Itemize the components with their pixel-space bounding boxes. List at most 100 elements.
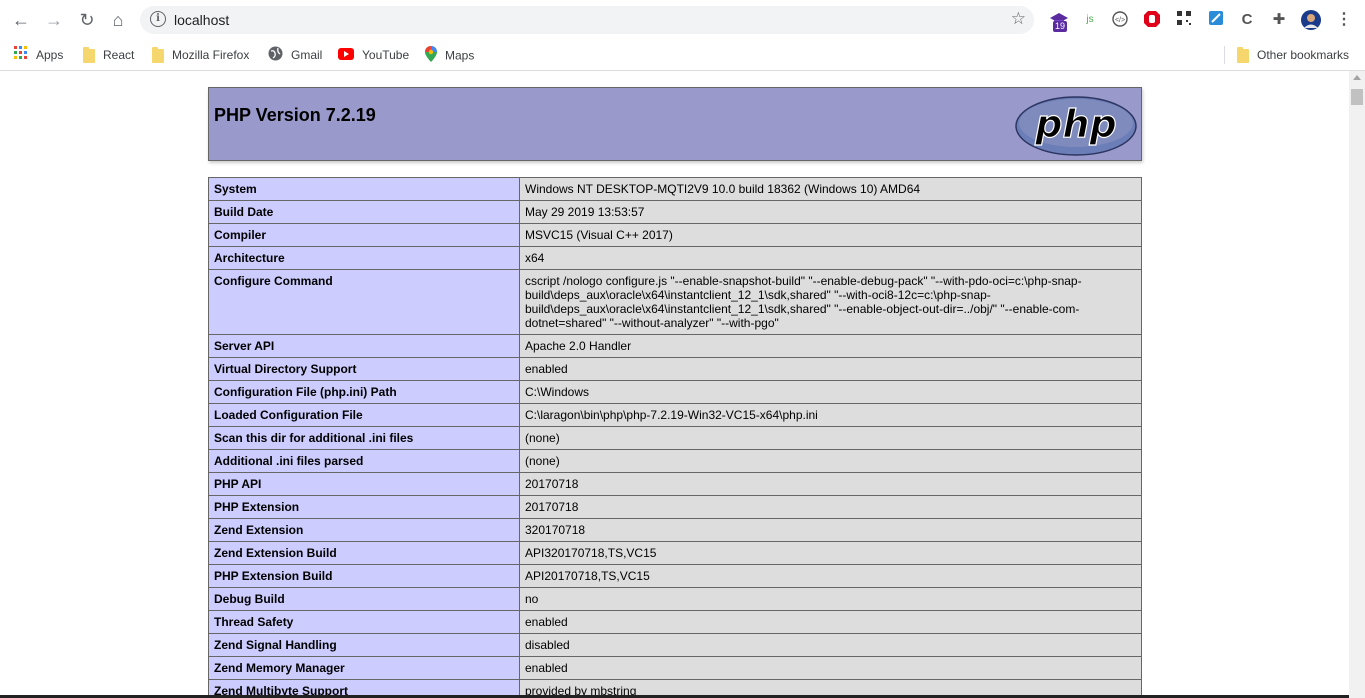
row-key: Compiler <box>208 223 520 247</box>
row-key: Architecture <box>208 246 520 270</box>
extension-js-icon[interactable]: js <box>1080 10 1100 30</box>
bookmark-star-icon[interactable]: ☆ <box>1011 9 1026 29</box>
bookmark-label: Maps <box>445 48 475 63</box>
row-key: Debug Build <box>208 587 520 611</box>
table-row: Virtual Directory Support enabled <box>208 357 1142 381</box>
table-row: Thread Safety enabled <box>208 610 1142 634</box>
row-key: Server API <box>208 334 520 358</box>
menu-kebab-icon[interactable]: ⋮ <box>1334 10 1354 30</box>
site-info-icon[interactable]: i <box>150 11 166 27</box>
extension-c-icon[interactable]: C <box>1237 10 1257 30</box>
table-row: Server API Apache 2.0 Handler <box>208 334 1142 358</box>
table-row: Compiler MSVC15 (Visual C++ 2017) <box>208 223 1142 247</box>
row-key: Configure Command <box>208 269 520 335</box>
row-value: Apache 2.0 Handler <box>519 334 1142 358</box>
row-value: API320170718,TS,VC15 <box>519 541 1142 565</box>
row-value: Windows NT DESKTOP-MQTI2V9 10.0 build 18… <box>519 177 1142 201</box>
extension-badge: 19 <box>1053 21 1068 32</box>
youtube-icon <box>338 47 354 65</box>
bookmark-label: Apps <box>36 48 64 62</box>
browser-toolbar: ← → ↻ ⌂ i localhost ☆ 19 js </> C ✚ ⋮ <box>0 0 1365 40</box>
php-logo-text: php <box>1034 102 1116 146</box>
table-row: Zend Extension Build API320170718,TS,VC15 <box>208 541 1142 565</box>
apps-grid-icon <box>14 46 28 65</box>
vertical-scrollbar[interactable] <box>1349 71 1365 698</box>
row-value: enabled <box>519 610 1142 634</box>
profile-avatar[interactable] <box>1301 10 1321 30</box>
bookmark-other[interactable]: Other bookmarks <box>1237 46 1349 64</box>
forward-icon[interactable]: → <box>42 8 66 32</box>
row-key: Thread Safety <box>208 610 520 634</box>
php-logo-icon: php <box>1015 96 1137 156</box>
row-value: May 29 2019 13:53:57 <box>519 200 1142 224</box>
row-key: Configuration File (php.ini) Path <box>208 380 520 404</box>
extensions-puzzle-icon[interactable]: ✚ <box>1269 10 1289 30</box>
row-key: System <box>208 177 520 201</box>
bookmark-youtube[interactable]: YouTube <box>338 46 409 64</box>
row-key: Additional .ini files parsed <box>208 449 520 473</box>
table-row: PHP Extension 20170718 <box>208 495 1142 519</box>
row-value: MSVC15 (Visual C++ 2017) <box>519 223 1142 247</box>
table-row: Architecture x64 <box>208 246 1142 270</box>
back-icon[interactable]: ← <box>9 8 33 32</box>
table-row: Loaded Configuration File C:\laragon\bin\… <box>208 403 1142 427</box>
table-row: Zend Extension 320170718 <box>208 518 1142 542</box>
extension-brackets-icon[interactable]: </> <box>1110 10 1130 30</box>
maps-pin-icon <box>425 46 437 67</box>
bookmark-maps[interactable]: Maps <box>425 46 474 64</box>
extension-qr-icon[interactable] <box>1174 10 1194 30</box>
address-url[interactable]: localhost <box>174 12 229 28</box>
bookmark-label: React <box>103 48 135 62</box>
table-row: Debug Build no <box>208 587 1142 611</box>
row-value: disabled <box>519 633 1142 657</box>
row-value: 20170718 <box>519 472 1142 496</box>
row-key: Build Date <box>208 200 520 224</box>
row-key: PHP Extension <box>208 495 520 519</box>
row-value: C:\laragon\bin\php\php-7.2.19-Win32-VC15… <box>519 403 1142 427</box>
page-viewport: PHP Version 7.2.19 php System Windows NT … <box>0 71 1349 698</box>
bookmark-apps[interactable]: Apps <box>14 46 63 64</box>
row-value: 320170718 <box>519 518 1142 542</box>
row-value: (none) <box>519 426 1142 450</box>
row-key: Zend Extension <box>208 518 520 542</box>
row-key: Zend Extension Build <box>208 541 520 565</box>
table-row: Configure Command cscript /nologo configu… <box>208 269 1142 335</box>
bookmark-label: Other bookmarks <box>1257 48 1350 62</box>
extension-blue-icon[interactable] <box>1206 10 1226 30</box>
table-row: Zend Memory Manager enabled <box>208 656 1142 680</box>
scrollbar-thumb[interactable] <box>1351 89 1363 105</box>
bookmarks-divider <box>1224 46 1225 64</box>
table-row: PHP API 20170718 <box>208 472 1142 496</box>
home-icon[interactable]: ⌂ <box>106 8 130 32</box>
bookmark-label: Mozilla Firefox <box>172 48 250 62</box>
bookmark-gmail[interactable]: Gmail <box>268 46 322 64</box>
address-bar[interactable]: i localhost ☆ <box>140 6 1034 34</box>
row-key: Zend Memory Manager <box>208 656 520 680</box>
bookmark-label: YouTube <box>362 48 410 62</box>
reload-icon[interactable]: ↻ <box>75 8 99 32</box>
scroll-up-icon[interactable] <box>1353 75 1361 80</box>
row-value: enabled <box>519 357 1142 381</box>
row-key: PHP Extension Build <box>208 564 520 588</box>
table-row: PHP Extension Build API20170718,TS,VC15 <box>208 564 1142 588</box>
bookmark-react[interactable]: React <box>83 46 134 64</box>
extension-adblock-icon[interactable] <box>1142 10 1162 30</box>
bookmarks-bar: Apps React Mozilla Firefox Gmail YouTube… <box>0 40 1365 71</box>
bookmark-mozilla-firefox[interactable]: Mozilla Firefox <box>152 46 249 64</box>
phpinfo-table: System Windows NT DESKTOP-MQTI2V9 10.0 bu… <box>208 177 1142 698</box>
row-key: Zend Signal Handling <box>208 633 520 657</box>
page-title: PHP Version 7.2.19 <box>214 105 376 125</box>
bookmark-label: Gmail <box>291 48 323 63</box>
table-row: Build Date May 29 2019 13:53:57 <box>208 200 1142 224</box>
row-key: PHP API <box>208 472 520 496</box>
table-row: System Windows NT DESKTOP-MQTI2V9 10.0 bu… <box>208 177 1142 201</box>
table-row: Additional .ini files parsed (none) <box>208 449 1142 473</box>
row-value: x64 <box>519 246 1142 270</box>
table-row: Zend Signal Handling disabled <box>208 633 1142 657</box>
row-value: no <box>519 587 1142 611</box>
folder-icon <box>152 46 164 63</box>
row-key: Scan this dir for additional .ini files <box>208 426 520 450</box>
folder-icon <box>1237 46 1249 63</box>
row-key: Virtual Directory Support <box>208 357 520 381</box>
phpinfo-header: PHP Version 7.2.19 php <box>208 87 1142 161</box>
